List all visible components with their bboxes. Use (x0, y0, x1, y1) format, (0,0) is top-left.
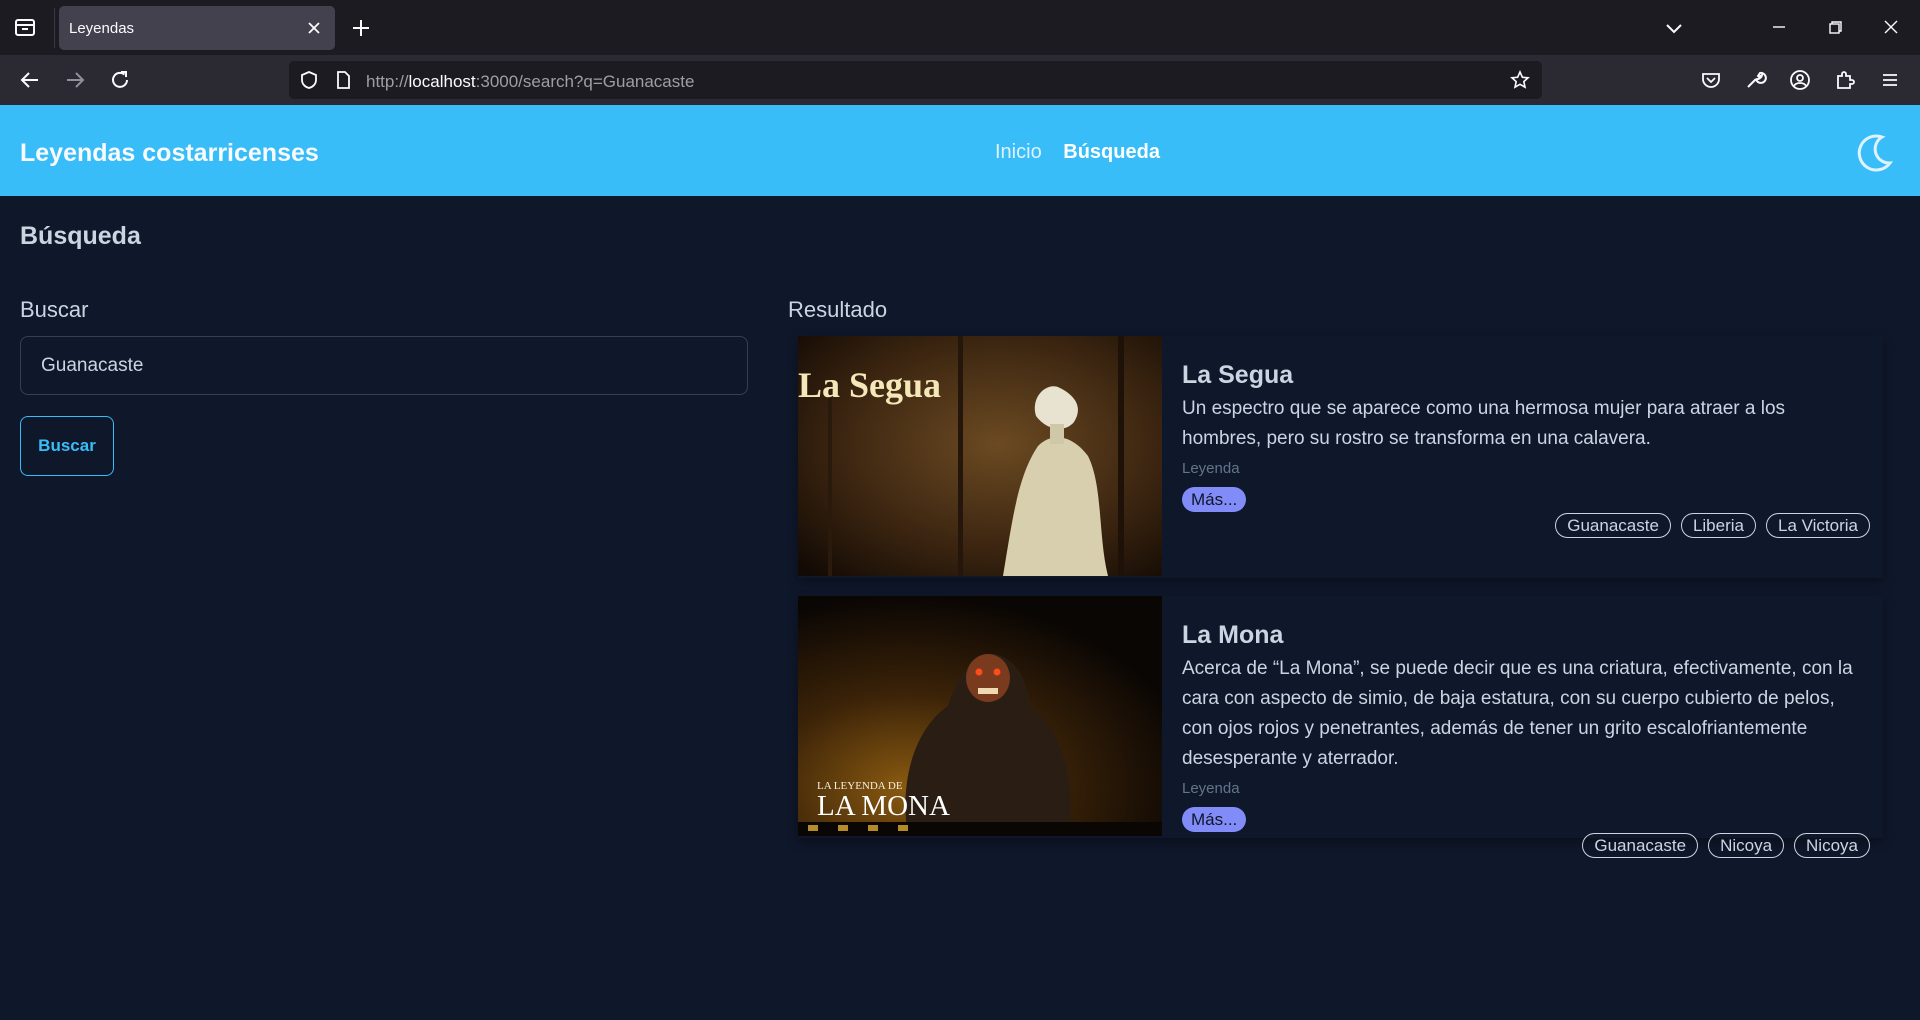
main-nav: Inicio Búsqueda (995, 141, 1176, 164)
url-rest: :3000/search?q=Guanacaste (475, 72, 695, 91)
search-heading: Buscar (20, 297, 89, 322)
result-description: Un espectro que se aparece como una herm… (1182, 398, 1786, 449)
result-image[interactable]: La Segua (798, 336, 1162, 576)
url-host: localhost (408, 72, 476, 91)
result-type: Leyenda (1182, 460, 1240, 477)
account-icon[interactable] (1787, 67, 1813, 93)
tag-badge[interactable]: Guanacaste (1582, 833, 1699, 858)
forward-icon[interactable] (62, 67, 88, 93)
tag-badge[interactable]: Liberia (1680, 513, 1756, 538)
menu-icon[interactable] (1877, 67, 1903, 93)
wrench-icon[interactable] (1742, 67, 1768, 93)
moon-icon[interactable] (1852, 131, 1896, 175)
result-description: Acerca de “La Mona”, se puede decir que … (1182, 658, 1853, 769)
result-type: Leyenda (1182, 780, 1240, 797)
image-caption: LA MONA (817, 790, 950, 822)
reload-icon[interactable] (107, 67, 133, 93)
more-button[interactable]: Más... (1182, 487, 1247, 512)
close-tab-icon[interactable] (305, 19, 323, 37)
page-info-icon[interactable] (333, 70, 353, 90)
bookmark-star-icon[interactable] (1510, 70, 1530, 90)
tag-list: Guanacaste Liberia La Victoria (1555, 513, 1870, 538)
image-caption: La Segua (798, 365, 942, 405)
result-image[interactable]: LA LEYENDA DE LA MONA (798, 596, 1162, 836)
tag-badge[interactable]: La Victoria (1765, 513, 1870, 538)
browser-tab[interactable]: Leyendas (59, 6, 335, 50)
result-title[interactable]: La Mona (1182, 621, 1283, 650)
more-button[interactable]: Más... (1182, 807, 1247, 832)
close-window-icon[interactable] (1878, 14, 1904, 40)
pocket-icon[interactable] (1698, 67, 1724, 93)
app-header: Leyendas costarricenses Inicio Búsqueda (0, 105, 1920, 196)
restore-icon[interactable] (1822, 14, 1848, 40)
tag-badge[interactable]: Nicoya (1794, 833, 1870, 858)
nav-link-home[interactable]: Inicio (995, 141, 1042, 163)
nav-link-search[interactable]: Búsqueda (1063, 141, 1160, 163)
back-icon[interactable] (17, 67, 43, 93)
results-heading: Resultado (788, 297, 888, 322)
brand-title[interactable]: Leyendas costarricenses (20, 139, 319, 168)
result-title[interactable]: La Segua (1182, 361, 1293, 390)
tab-list-icon[interactable] (14, 17, 36, 37)
search-button[interactable]: Buscar (20, 416, 114, 476)
tag-badge[interactable]: Guanacaste (1555, 513, 1671, 538)
shield-icon[interactable] (299, 70, 319, 90)
result-card: La Segua La Segua Un espectro que se apa… (798, 336, 1883, 578)
chevron-down-icon[interactable] (1662, 17, 1686, 39)
tag-list: Guanacaste Nicoya Nicoya (1582, 833, 1870, 858)
tab-title: Leyendas (69, 20, 135, 37)
browser-nav-bar: http://localhost:3000/search?q=Guanacast… (0, 55, 1920, 105)
extensions-icon[interactable] (1832, 67, 1858, 93)
url-text: http://localhost:3000/search?q=Guanacast… (366, 72, 694, 92)
search-input[interactable] (20, 336, 748, 395)
minimize-icon[interactable] (1766, 14, 1792, 40)
address-bar[interactable]: http://localhost:3000/search?q=Guanacast… (289, 61, 1542, 99)
tag-badge[interactable]: Nicoya (1708, 833, 1785, 858)
tab-separator (54, 8, 55, 48)
result-card: LA LEYENDA DE LA MONA La Mona Acerca de … (798, 596, 1883, 858)
url-prefix: http:// (366, 72, 409, 91)
page-title: Búsqueda (20, 222, 141, 250)
new-tab-icon[interactable] (350, 17, 372, 39)
browser-tab-bar: Leyendas (0, 0, 1920, 55)
